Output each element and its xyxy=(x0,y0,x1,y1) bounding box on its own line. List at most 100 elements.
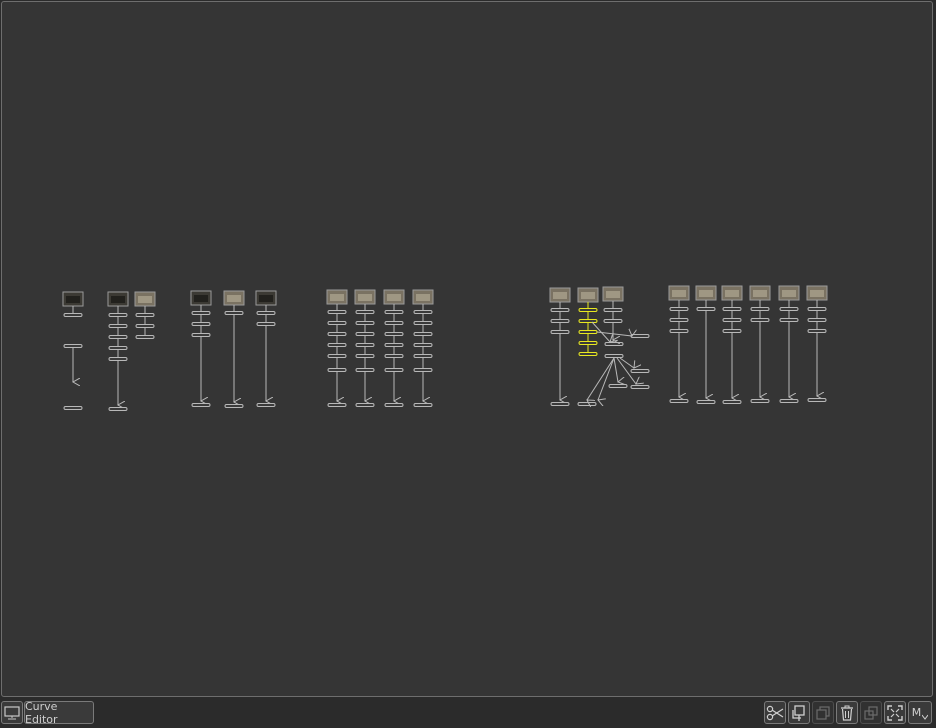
node-tool[interactable] xyxy=(135,313,155,317)
node-graph-area[interactable] xyxy=(1,1,933,697)
node-tool[interactable] xyxy=(603,319,623,323)
node-tool[interactable] xyxy=(669,399,689,403)
curve-editor-button[interactable]: Curve Editor xyxy=(24,700,94,726)
node-tool[interactable] xyxy=(63,344,83,348)
node-tool[interactable] xyxy=(630,385,650,389)
node-tool[interactable] xyxy=(696,307,716,311)
node-tool[interactable] xyxy=(384,332,404,336)
node-tool[interactable] xyxy=(355,354,375,358)
node-tool[interactable] xyxy=(108,324,128,328)
node-loader[interactable] xyxy=(107,291,129,307)
node-tool[interactable] xyxy=(108,407,128,411)
node-loader[interactable] xyxy=(383,289,405,305)
node-loader[interactable] xyxy=(190,290,212,306)
node-tool[interactable] xyxy=(603,308,623,312)
delete-button[interactable] xyxy=(836,701,858,724)
node-tool[interactable] xyxy=(191,403,211,407)
node-tool[interactable] xyxy=(696,400,716,404)
node-tool[interactable] xyxy=(630,369,650,373)
node-loader[interactable] xyxy=(354,289,376,305)
node-tool[interactable] xyxy=(722,307,742,311)
node-tool[interactable] xyxy=(256,311,276,315)
node-tool[interactable] xyxy=(135,324,155,328)
node-tool[interactable] xyxy=(413,310,433,314)
cut-button[interactable] xyxy=(764,701,786,724)
node-tool[interactable] xyxy=(63,406,83,410)
node-tool[interactable] xyxy=(413,354,433,358)
node-tool[interactable] xyxy=(413,332,433,336)
node-loader[interactable] xyxy=(695,285,717,301)
node-graph-canvas[interactable] xyxy=(2,2,933,697)
node-tool[interactable] xyxy=(807,329,827,333)
node-tool[interactable] xyxy=(108,357,128,361)
node-tool[interactable] xyxy=(550,308,570,312)
node-loader[interactable] xyxy=(602,286,624,302)
display-view-button[interactable] xyxy=(1,701,23,724)
node-loader[interactable] xyxy=(412,289,434,305)
node-tool[interactable] xyxy=(63,313,83,317)
node-loader[interactable] xyxy=(134,291,156,307)
node-tool[interactable] xyxy=(327,310,347,314)
node-loader[interactable] xyxy=(749,285,771,301)
node-tool[interactable] xyxy=(256,322,276,326)
node-tool[interactable] xyxy=(550,319,570,323)
node-tool[interactable] xyxy=(578,341,598,345)
node-tool[interactable] xyxy=(108,313,128,317)
node-tool[interactable] xyxy=(750,399,770,403)
node-tool[interactable] xyxy=(355,343,375,347)
node-tool[interactable] xyxy=(413,343,433,347)
node-tool[interactable] xyxy=(779,318,799,322)
node-loader[interactable] xyxy=(577,287,599,303)
node-loader[interactable] xyxy=(326,289,348,305)
node-tool[interactable] xyxy=(108,346,128,350)
node-tool[interactable] xyxy=(578,352,598,356)
node-tool[interactable] xyxy=(750,318,770,322)
node-tool[interactable] xyxy=(327,343,347,347)
node-tool[interactable] xyxy=(384,343,404,347)
node-tool[interactable] xyxy=(550,402,570,406)
fit-view-button[interactable] xyxy=(884,701,906,724)
node-tool[interactable] xyxy=(327,403,347,407)
node-tool[interactable] xyxy=(413,403,433,407)
paste-button[interactable] xyxy=(812,701,834,724)
node-tool[interactable] xyxy=(384,310,404,314)
node-tool[interactable] xyxy=(413,321,433,325)
node-tool[interactable] xyxy=(355,321,375,325)
node-tool[interactable] xyxy=(577,402,597,406)
node-tool[interactable] xyxy=(384,368,404,372)
node-tool[interactable] xyxy=(669,318,689,322)
node-tool[interactable] xyxy=(722,400,742,404)
node-tool[interactable] xyxy=(384,321,404,325)
node-tool[interactable] xyxy=(578,330,598,334)
node-tool[interactable] xyxy=(355,403,375,407)
node-tool[interactable] xyxy=(224,404,244,408)
node-loader[interactable] xyxy=(778,285,800,301)
node-tool[interactable] xyxy=(779,307,799,311)
node-loader[interactable] xyxy=(549,287,571,303)
node-tool[interactable] xyxy=(135,335,155,339)
node-tool[interactable] xyxy=(807,318,827,322)
node-tool[interactable] xyxy=(604,342,624,346)
node-tool[interactable] xyxy=(722,329,742,333)
node-tool[interactable] xyxy=(807,307,827,311)
node-tool[interactable] xyxy=(722,318,742,322)
node-tool[interactable] xyxy=(779,399,799,403)
node-tool[interactable] xyxy=(327,354,347,358)
node-tool[interactable] xyxy=(630,334,650,338)
node-tool[interactable] xyxy=(191,311,211,315)
node-tool[interactable] xyxy=(413,368,433,372)
node-tool[interactable] xyxy=(327,332,347,336)
node-tool[interactable] xyxy=(355,310,375,314)
node-tool[interactable] xyxy=(108,335,128,339)
node-loader[interactable] xyxy=(62,291,84,307)
node-tool[interactable] xyxy=(191,333,211,337)
clone-button[interactable] xyxy=(860,701,882,724)
node-tool[interactable] xyxy=(608,384,628,388)
node-tool[interactable] xyxy=(384,403,404,407)
node-tool[interactable] xyxy=(604,354,624,358)
node-tool[interactable] xyxy=(807,398,827,402)
node-tool[interactable] xyxy=(669,307,689,311)
node-tool[interactable] xyxy=(550,330,570,334)
node-tool[interactable] xyxy=(355,368,375,372)
menu-button[interactable]: M xyxy=(908,701,932,724)
